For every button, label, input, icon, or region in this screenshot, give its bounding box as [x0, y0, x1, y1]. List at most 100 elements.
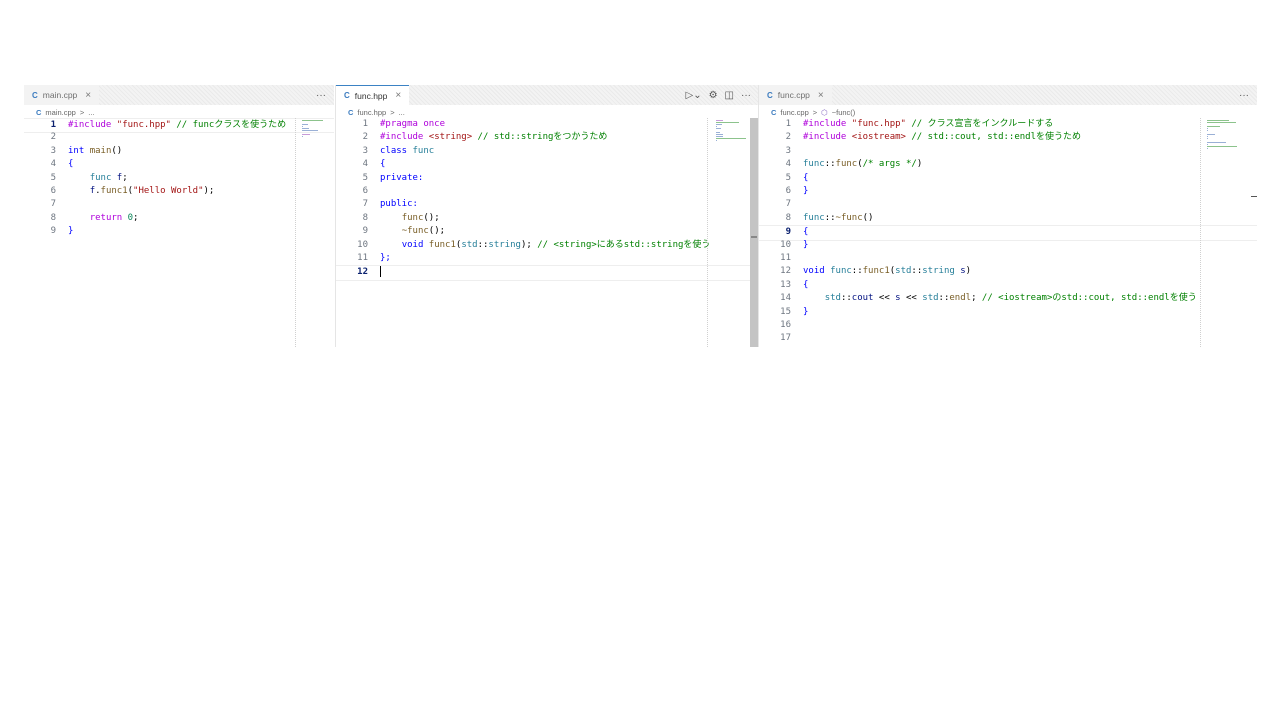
code-line[interactable]: 4{ — [24, 158, 334, 171]
breadcrumb[interactable]: C main.cpp > ... — [24, 105, 334, 119]
code-line[interactable]: 1 #include "func.hpp" // クラス宣言をインクルードする — [759, 118, 1257, 131]
tab-bar: C func.hpp × ▷⌄ ⚙ ◫ ··· — [336, 85, 759, 105]
line-source: #include <iostream> // std::cout, std::e… — [791, 131, 1081, 144]
breadcrumb-rest[interactable]: ... — [88, 108, 94, 117]
code-line[interactable]: 9} — [24, 225, 334, 238]
code-editor[interactable]: 1 #pragma once 2 #include <string> // std::… — [336, 118, 759, 347]
editor-pane-func-hpp[interactable]: C func.hpp × ▷⌄ ⚙ ◫ ··· C func.hpp > ...… — [335, 85, 759, 347]
code-token: string — [488, 239, 521, 250]
code-token: func — [803, 159, 825, 170]
more-actions-icon[interactable]: ··· — [1239, 90, 1249, 101]
line-number: 17 — [780, 333, 791, 344]
line-number: 5 — [50, 172, 56, 183]
line-number: 3 — [362, 145, 368, 156]
code-editor[interactable]: 1 #include "func.hpp" // funcクラスを使うため 2 3 in… — [24, 118, 334, 347]
code-token: // <string>にあるstd::stringを使う — [531, 239, 711, 250]
code-line[interactable]: 8 func::~func() — [759, 212, 1257, 225]
scroll-marker — [751, 236, 757, 238]
run-debug-icon[interactable]: ▷⌄ — [686, 90, 702, 101]
line-source: func::func(/* args */) — [791, 158, 922, 171]
more-actions-icon[interactable]: ··· — [741, 90, 751, 101]
code-line[interactable]: 11 — [759, 252, 1257, 265]
code-line[interactable]: 2 — [24, 131, 334, 144]
close-icon[interactable]: × — [395, 90, 401, 101]
close-icon[interactable]: × — [85, 90, 91, 101]
code-line[interactable]: 2 #include <string> // std::stringをつかうため — [336, 131, 759, 144]
code-line[interactable]: 8 func(); — [336, 212, 759, 225]
code-line[interactable]: 3 int main() — [24, 145, 334, 158]
code-line[interactable]: 2 #include <iostream> // std::cout, std::… — [759, 131, 1257, 144]
line-number: 6 — [362, 186, 368, 196]
line-number: 10 — [780, 239, 791, 250]
line-number: 6 — [785, 186, 791, 196]
vertical-scrollbar[interactable] — [750, 118, 758, 347]
code-line[interactable]: 4{ — [336, 158, 759, 171]
code-line[interactable]: 5 func f; — [24, 172, 334, 185]
text-cursor — [380, 266, 381, 278]
code-line[interactable]: 13 { — [759, 279, 1257, 292]
code-editor[interactable]: 1 #include "func.hpp" // クラス宣言をインクルードする 2 #… — [759, 118, 1257, 347]
close-icon[interactable]: × — [818, 90, 824, 101]
line-number: 9 — [362, 226, 368, 237]
code-line[interactable]: 4 func::func(/* args */) — [759, 158, 1257, 171]
cpp-file-icon: C — [771, 107, 777, 117]
minimap-line — [1207, 146, 1237, 147]
code-line[interactable]: 5 private: — [336, 172, 759, 185]
gear-icon[interactable]: ⚙ — [709, 90, 718, 101]
breadcrumb[interactable]: C func.hpp > ... — [336, 105, 759, 119]
code-line[interactable]: 9 ~func(); — [336, 225, 759, 238]
minimap[interactable] — [298, 118, 334, 347]
code-line[interactable]: 10} — [759, 239, 1257, 252]
code-line[interactable]: 6 f.func1("Hello World"); — [24, 185, 334, 198]
breadcrumb-rest[interactable]: ~func() — [832, 108, 856, 117]
line-number: 7 — [362, 199, 368, 210]
code-token: // std::stringをつかうため — [472, 132, 608, 143]
code-line[interactable]: 6} — [759, 185, 1257, 198]
code-line[interactable]: 7 — [24, 198, 334, 211]
tab-func-hpp[interactable]: C func.hpp × — [336, 85, 410, 105]
code-line[interactable]: 14 std::cout << s << std::endl; // <iost… — [759, 292, 1257, 305]
minimap[interactable] — [1203, 118, 1239, 347]
tab-func-cpp[interactable]: C func.cpp × — [759, 85, 832, 105]
code-line[interactable]: 3 — [759, 145, 1257, 158]
breadcrumb-file[interactable]: func.hpp — [357, 108, 386, 117]
more-actions-icon[interactable]: ··· — [316, 90, 326, 101]
breadcrumb[interactable]: C func.cpp > ⬡ ~func() — [759, 105, 1257, 119]
code-token: /* args */ — [862, 159, 917, 170]
line-source: func(); — [368, 212, 440, 225]
cpp-file-icon: C — [36, 107, 42, 117]
breadcrumb-file[interactable]: func.cpp — [780, 108, 808, 117]
editor-pane-main-cpp[interactable]: C main.cpp × ··· C main.cpp > ... 1 #incl… — [24, 85, 334, 347]
code-line[interactable]: 10 void func1(std::string); // <string>に… — [336, 239, 759, 252]
tab-main-cpp[interactable]: C main.cpp × — [24, 85, 100, 105]
code-line[interactable]: 15} — [759, 306, 1257, 319]
line-number: 4 — [785, 159, 791, 170]
code-line[interactable]: 17 — [759, 332, 1257, 345]
code-line[interactable]: 3 class func — [336, 145, 759, 158]
line-source: { — [56, 158, 73, 171]
line-source: #include "func.hpp" // クラス宣言をインクルードする — [791, 118, 1053, 131]
code-line[interactable]: 5{ — [759, 172, 1257, 185]
minimap-line — [1207, 138, 1208, 139]
code-line[interactable]: 7 — [759, 198, 1257, 211]
code-line[interactable]: 1 #pragma once — [336, 118, 759, 131]
code-line[interactable]: 12 — [336, 265, 759, 281]
code-line[interactable]: 16 — [759, 319, 1257, 332]
minimap[interactable] — [712, 118, 748, 347]
breadcrumb-file[interactable]: main.cpp — [45, 108, 75, 117]
minimap-line — [1207, 136, 1208, 137]
cpp-file-icon: C — [767, 90, 773, 100]
code-token: void — [803, 266, 825, 277]
code-line[interactable]: 7 public: — [336, 198, 759, 211]
code-line[interactable]: 8 return 0; — [24, 212, 334, 225]
line-source: public: — [368, 198, 418, 211]
line-number: 7 — [785, 199, 791, 210]
split-editor-icon[interactable]: ◫ — [725, 90, 734, 101]
editor-pane-func-cpp[interactable]: C func.cpp × ··· C func.cpp > ⬡ ~func() … — [758, 85, 1257, 347]
line-source: }; — [368, 252, 391, 265]
breadcrumb-rest[interactable]: ... — [399, 108, 405, 117]
code-line[interactable]: 6 — [336, 185, 759, 198]
code-line[interactable]: 11}; — [336, 252, 759, 265]
code-line[interactable]: 12 void func::func1(std::string s) — [759, 265, 1257, 278]
